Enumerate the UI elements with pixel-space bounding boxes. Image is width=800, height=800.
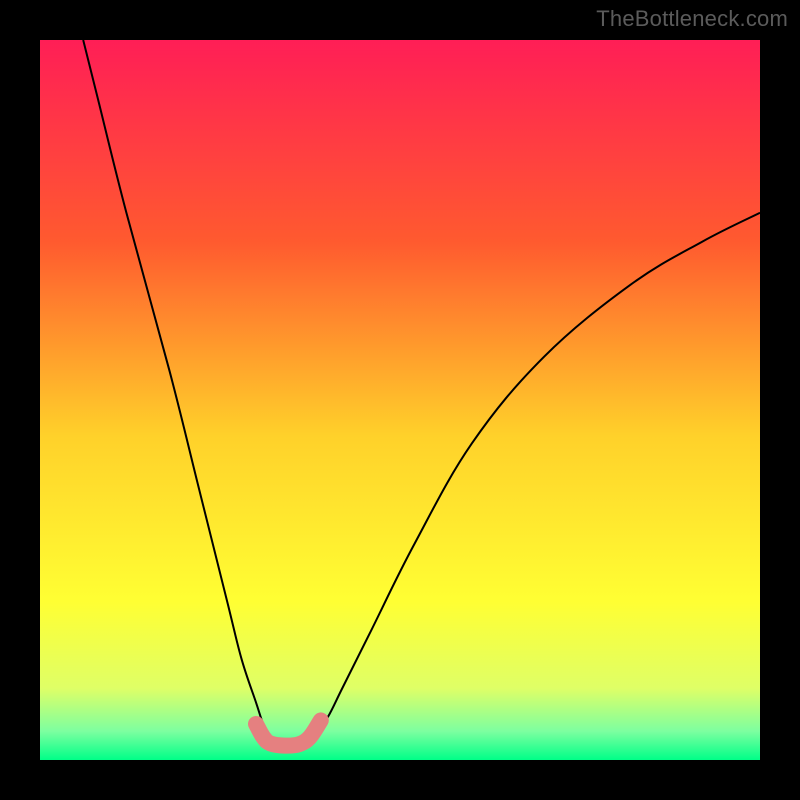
chart-svg (40, 40, 760, 760)
watermark-text: TheBottleneck.com (596, 6, 788, 32)
plot-area (40, 40, 760, 760)
chart-frame: TheBottleneck.com (0, 0, 800, 800)
gradient-background (40, 40, 760, 760)
